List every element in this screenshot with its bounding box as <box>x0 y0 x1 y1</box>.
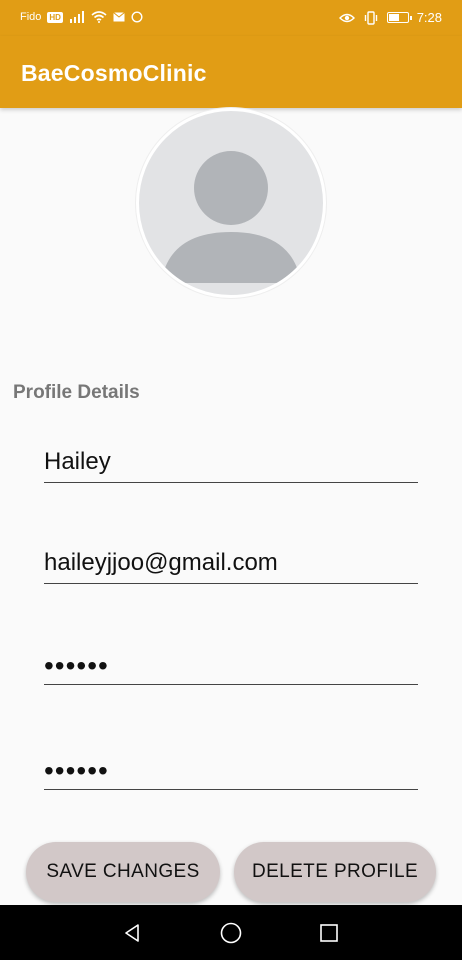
save-changes-button[interactable]: SAVE CHANGES <box>26 842 220 902</box>
battery-icon <box>386 12 412 23</box>
app-bar: BaeCosmoClinic <box>0 36 462 108</box>
eye-icon <box>338 13 355 22</box>
confirm-password-field[interactable]: •••••• <box>44 746 418 790</box>
profile-avatar[interactable] <box>136 108 326 298</box>
signal-icon <box>69 11 84 23</box>
person-placeholder-icon <box>161 151 301 283</box>
mail-icon <box>113 12 125 22</box>
back-icon <box>125 924 139 942</box>
status-left: Fido HD <box>20 11 143 23</box>
status-time: 7:28 <box>416 10 442 25</box>
email-value: haileyjjoo@gmail.com <box>44 549 278 576</box>
battery-level <box>388 14 399 21</box>
password-field[interactable]: •••••• <box>44 641 418 685</box>
password-value: •••••• <box>44 650 109 681</box>
system-nav-bar <box>0 905 462 960</box>
app-title: BaeCosmoClinic <box>21 60 207 86</box>
name-field[interactable]: Hailey <box>44 439 418 483</box>
home-icon <box>220 922 242 944</box>
confirm-password-value: •••••• <box>44 755 109 786</box>
sync-icon <box>131 11 143 23</box>
recents-icon <box>320 924 338 942</box>
carrier-label: Fido <box>20 11 42 23</box>
wifi-icon <box>91 11 107 23</box>
home-button[interactable] <box>218 920 244 946</box>
email-field[interactable]: haileyjjoo@gmail.com <box>44 540 418 584</box>
recents-button[interactable] <box>316 920 342 946</box>
back-button[interactable] <box>119 920 145 946</box>
status-right: 7:28 <box>338 10 442 25</box>
name-value: Hailey <box>44 448 111 475</box>
vibrate-icon <box>364 10 377 25</box>
delete-profile-button[interactable]: DELETE PROFILE <box>234 842 436 902</box>
status-bar: Fido HD 7:28 <box>0 0 462 36</box>
hd-badge: HD <box>47 11 63 23</box>
profile-details-heading: Profile Details <box>13 382 140 403</box>
